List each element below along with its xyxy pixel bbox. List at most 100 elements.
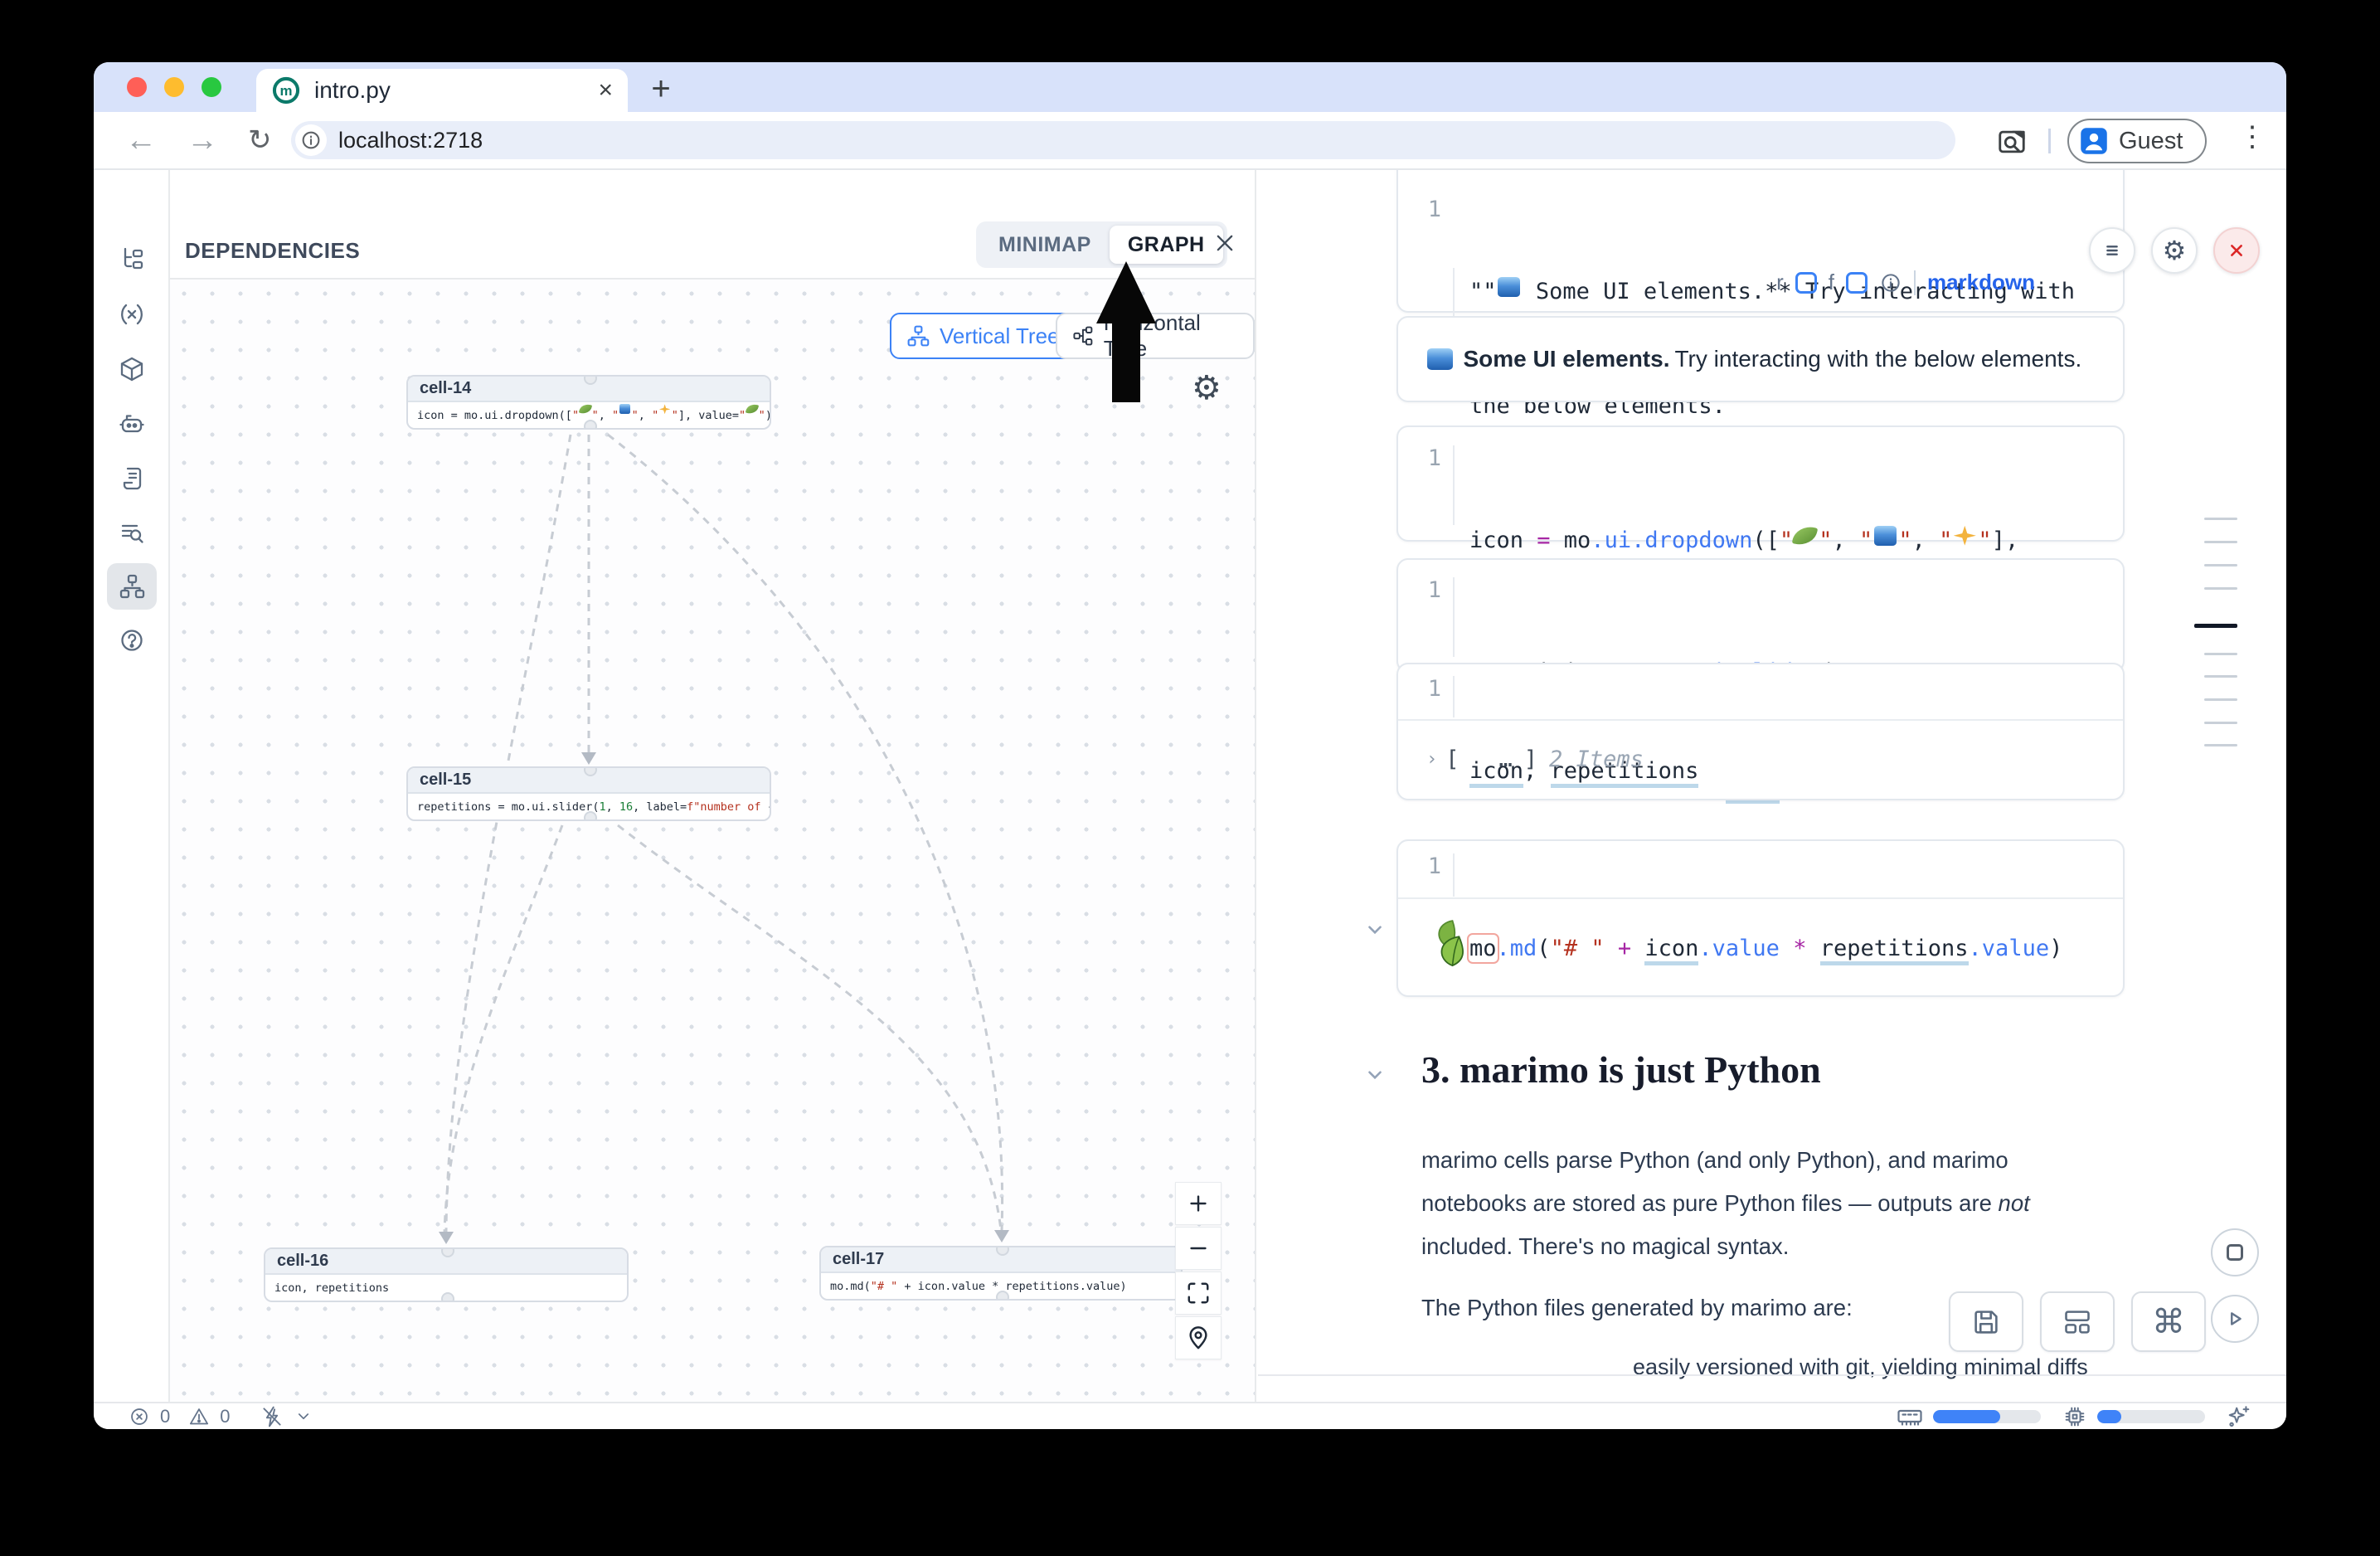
list-search-icon [119,519,145,546]
fstring-label: f [1829,270,1834,295]
browser-tab[interactable]: m intro.py × [256,69,628,112]
minimap-toggle[interactable]: MINIMAP [980,233,1110,257]
formatter-off-icon[interactable] [260,1405,284,1428]
tuple-code-cell[interactable]: 1 icon, repetitions › [ … ] 2 Items [1396,663,2125,800]
tab-title: intro.py [314,77,598,104]
momd-code-cell[interactable]: 1 mo.md("# " + icon.value * repetitions.… [1396,839,2125,997]
graph-node-cell-17[interactable]: cell-17 mo.md("# " + icon.value * repeti… [819,1246,1183,1301]
graph-settings-icon[interactable]: ⚙ [1192,369,1222,407]
sidebar-item-logs-search[interactable] [107,509,157,556]
zoom-out-button[interactable] [1175,1227,1222,1270]
marimo-app: DEPENDENCIES MINIMAP GRAPH [94,170,2286,1402]
tuple-output[interactable]: › [ … ] 2 Items [1426,719,1644,799]
markdown-mode-label[interactable]: markdown [1927,270,2035,295]
graph-node-cell-16[interactable]: cell-16 icon, repetitions [264,1247,629,1302]
collapse-chevron-icon[interactable] [1364,919,1386,941]
graph-toggle[interactable]: GRAPH [1110,226,1223,264]
section-line: The Python files generated by marimo are… [1421,1295,1853,1321]
clipped-list-item: easily versioned with git, yielding mini… [1633,1354,2088,1380]
minimap-cell-marker[interactable] [2204,564,2237,566]
sidebar-item-variables[interactable] [107,291,157,338]
leaf-emoji-output [1426,912,1486,972]
expand-chevron-icon[interactable]: › [1426,749,1437,770]
info-icon[interactable] [1879,271,1902,294]
warnings-icon[interactable] [188,1406,210,1427]
forward-icon[interactable]: → [187,124,218,156]
window-minimize-button[interactable] [164,77,184,97]
horizontal-tree-icon [1072,324,1094,348]
node-title: cell-14 [408,377,770,402]
interrupt-button[interactable] [2211,1228,2259,1276]
save-button[interactable] [1949,1291,2023,1352]
graph-node-cell-15[interactable]: cell-15 repetitions = mo.ui.slider(1, 16… [406,766,771,821]
tab-strip: m intro.py × + [94,62,2286,112]
cpu-usage-meter [2097,1410,2205,1423]
graph-node-cell-14[interactable]: cell-14 icon = mo.ui.dropdown(["🍃", "🌊",… [406,375,771,430]
memory-usage-meter [1933,1410,2041,1423]
shutdown-button[interactable] [2213,227,2260,274]
new-tab-button[interactable]: + [644,72,678,105]
panel-title: DEPENDENCIES [185,238,360,264]
center-view-button[interactable] [1175,1316,1222,1359]
node-title: cell-17 [821,1247,1181,1273]
chevron-down-icon[interactable] [294,1407,313,1427]
tab-close-icon[interactable]: × [598,78,613,103]
fit-view-button[interactable] [1175,1272,1222,1315]
panel-close-icon[interactable] [1213,231,1236,259]
minimap-cell-marker[interactable] [2204,541,2237,543]
sidebar-item-ai-assistant[interactable] [107,401,157,447]
layout-button[interactable] [2040,1291,2115,1352]
address-bar[interactable]: localhost:2718 [291,121,1955,159]
graph-zoom-controls [1175,1182,1222,1359]
node-title: cell-15 [408,768,770,794]
marimo-favicon-icon: m [271,75,301,105]
errors-icon[interactable] [129,1406,150,1427]
section-collapse-chevron-icon[interactable] [1364,1064,1386,1086]
vertical-tree-button[interactable]: Vertical Tree [890,313,1076,359]
site-info-icon[interactable] [295,124,327,156]
sidebar-item-dependency-graph[interactable] [107,563,157,610]
tab-search-icon[interactable] [1996,126,2028,162]
layout-grid-icon [2062,1307,2092,1337]
horizontal-tree-button[interactable]: Horizontal Tree [1056,313,1255,359]
browser-menu-icon[interactable]: ⋮ [2238,120,2266,153]
minimap-cell-marker[interactable] [2204,675,2237,678]
toolbar-divider [2048,129,2051,153]
md-output-bold: Some UI elements. [1464,346,1670,372]
minimap-cell-marker[interactable] [2204,518,2237,520]
sidebar-item-snippets[interactable] [107,455,157,502]
run-button[interactable] [2211,1295,2259,1343]
slider-code-cell[interactable]: 1 repetitions = mo.ui.slider(1, 16, labe… [1396,558,2125,673]
minimap-cell-marker[interactable] [2204,744,2237,746]
warning-count: 0 [220,1406,230,1427]
minimap-current-cell-marker[interactable] [2194,624,2237,628]
sidebar-item-file-tree[interactable] [107,236,157,282]
back-icon[interactable]: ← [125,124,157,156]
window-close-button[interactable] [127,77,147,97]
dropdown-code-cell[interactable]: 1 icon = mo.ui.dropdown(["🍃", "🌊", "✨"],… [1396,425,2125,542]
ai-sparkle-icon[interactable] [2227,1404,2251,1429]
minimap-cell-marker[interactable] [2204,722,2237,724]
minimap-cell-marker[interactable] [2204,653,2237,655]
minimap-cell-marker[interactable] [2204,587,2237,590]
package-cube-icon [119,356,145,382]
zoom-in-button[interactable] [1175,1182,1222,1225]
minimap-cell-marker[interactable] [2204,698,2237,701]
markdown-cell-toolbar: r f markdown [1396,270,2035,295]
window-zoom-button[interactable] [202,77,221,97]
sidebar-item-packages[interactable] [107,346,157,392]
section-paragraph: marimo cells parse Python (and only Pyth… [1421,1139,2043,1268]
notebook-menu-button[interactable] [2089,227,2135,274]
graph-canvas[interactable]: cell-14 icon = mo.ui.dropdown(["🍃", "🌊",… [170,278,1255,1402]
code-line: icon = mo.ui.dropdown(["🍃", "🌊", "✨"], [1469,522,2123,560]
toggle-box-icon[interactable] [1846,272,1868,294]
reload-icon[interactable]: ↻ [248,126,272,154]
sidebar-item-help[interactable] [107,618,157,664]
profile-button[interactable]: Guest [2067,119,2207,163]
md-output-rest: Try interacting with the below elements. [1674,346,2081,372]
notebook-settings-button[interactable]: ⚙ [2151,227,2198,274]
cpu-icon [2062,1404,2087,1429]
keyboard-shortcuts-button[interactable]: ⌘ [2131,1291,2206,1352]
horizontal-tree-label: Horizontal Tree [1104,310,1238,362]
toggle-box-icon[interactable] [1795,272,1817,294]
